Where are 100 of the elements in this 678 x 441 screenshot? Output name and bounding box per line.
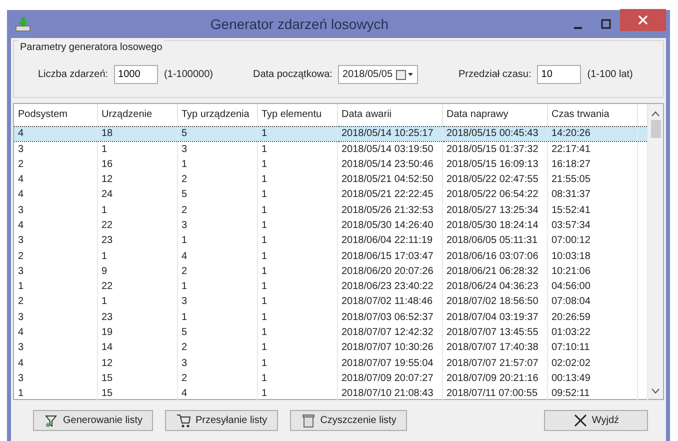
table-cell: 1 <box>177 233 257 248</box>
table-cell: 4 <box>177 386 257 402</box>
table-cell: 4 <box>14 218 97 234</box>
table-cell: 2018/06/20 20:07:26 <box>337 264 442 279</box>
table-cell: 07:08:04 <box>547 294 637 310</box>
table-cell: 23 <box>97 233 177 248</box>
table-cell: 3 <box>14 310 97 325</box>
table-cell: 2018/05/21 04:52:50 <box>337 172 442 188</box>
table-cell: 3 <box>177 355 257 371</box>
range-hint: (1-100000) <box>164 68 213 82</box>
table-cell: 14 <box>97 340 177 356</box>
calendar-dropdown-icon[interactable] <box>396 70 414 80</box>
scrollbar[interactable] <box>648 104 663 399</box>
table-cell: 01:03:22 <box>547 324 637 340</box>
table-cell: 2018/07/09 20:21:16 <box>442 370 547 386</box>
table-cell: 21:55:05 <box>547 172 637 188</box>
table-cell: 1 <box>14 278 97 294</box>
table-cell: 2018/05/14 03:19:50 <box>337 141 442 157</box>
table-cell: 3 <box>14 370 97 386</box>
table-cell: 07:00:12 <box>547 233 637 248</box>
close-icon <box>638 15 648 25</box>
range-hint: (1-100 lat) <box>587 68 633 82</box>
table-cell: 2018/07/07 12:42:32 <box>337 324 442 340</box>
table-cell: 2 <box>14 248 97 264</box>
table-cell: 2018/05/15 01:37:32 <box>442 141 547 157</box>
table-cell: 14:20:26 <box>547 126 637 142</box>
table-cell: 23 <box>97 310 177 325</box>
scrollbar-thumb[interactable] <box>650 120 660 138</box>
table-cell: 1 <box>257 172 337 188</box>
text-field[interactable]: 10 <box>537 65 582 84</box>
field-label: Data początkowa: <box>252 68 332 82</box>
table-cell: 2018/06/04 22:11:19 <box>337 233 442 248</box>
date-picker[interactable]: 2018/05/05 <box>338 65 418 84</box>
table-cell: 08:31:37 <box>547 187 637 202</box>
table-cell: 2018/05/15 00:45:43 <box>442 126 547 142</box>
toolbar-button[interactable]: Przesyłanie listy <box>165 410 278 431</box>
table-cell: 00:13:49 <box>547 370 637 386</box>
table-cell: 1 <box>257 324 337 340</box>
table-cell: 1 <box>257 264 337 279</box>
text-field[interactable]: 1000 <box>114 65 158 84</box>
table-cell: 2018/05/30 18:24:14 <box>442 218 547 234</box>
table-cell: 22 <box>97 278 177 294</box>
table-cell: 1 <box>257 218 337 234</box>
table-cell: 04:56:00 <box>547 278 637 294</box>
table-cell: 16 <box>97 156 177 172</box>
table-cell: 4 <box>14 324 97 340</box>
table-cell: 5 <box>177 187 257 202</box>
table-cell: 2018/06/05 05:11:31 <box>442 233 547 248</box>
table-cell: 2018/05/30 14:26:40 <box>337 218 442 234</box>
close-button[interactable] <box>620 9 666 31</box>
table-cell: 2 <box>177 202 257 218</box>
toolbar-button[interactable]: Czyszczenie listy <box>290 410 408 431</box>
table-cell: 3 <box>14 141 97 157</box>
table-cell: 2018/06/24 04:36:23 <box>442 278 547 294</box>
table-cell: 03:57:34 <box>547 218 637 234</box>
table-cell: 1 <box>14 386 97 402</box>
table-cell: 2018/05/22 06:54:22 <box>442 187 547 202</box>
table-cell: 2018/07/02 18:56:50 <box>442 294 547 310</box>
group-title: Parametry generatora losowego <box>18 40 164 55</box>
toolbar-button[interactable]: Wyjdź <box>544 410 648 431</box>
scroll-up-icon[interactable] <box>651 110 660 118</box>
table-cell: 10:03:18 <box>547 248 637 264</box>
table-cell: 1 <box>257 340 337 356</box>
table-cell: 1 <box>177 310 257 325</box>
table-cell: 1 <box>257 187 337 202</box>
table-cell: 18 <box>97 126 177 142</box>
scroll-down-icon[interactable] <box>651 387 660 395</box>
table-cell: 2018/05/22 02:47:55 <box>442 172 547 188</box>
table-cell: 2018/07/07 10:30:26 <box>337 340 442 356</box>
table-cell: 2018/06/16 03:07:06 <box>442 248 547 264</box>
toolbar-button[interactable]: Generowanie listy <box>33 410 154 431</box>
table-cell: 1 <box>257 156 337 172</box>
table-cell: 1 <box>257 126 337 142</box>
table-cell: 2018/05/14 23:50:46 <box>337 156 442 172</box>
table-cell: 2018/07/04 03:19:37 <box>442 310 547 325</box>
table-cell: 2018/07/03 06:52:37 <box>337 310 442 325</box>
table-cell: 1 <box>257 233 337 248</box>
table-cell: 1 <box>257 202 337 218</box>
table-cell: 2 <box>177 340 257 356</box>
table-cell: 1 <box>257 310 337 325</box>
table-cell: 3 <box>14 264 97 279</box>
table-cell: 5 <box>177 324 257 340</box>
window-title: Generator zdarzeń losowych <box>209 14 390 34</box>
table-cell: 2 <box>14 156 97 172</box>
table-cell: 1 <box>257 248 337 264</box>
table-cell: 12 <box>97 172 177 188</box>
minimize-icon <box>574 27 582 29</box>
table-cell: 9 <box>97 264 177 279</box>
table-cell: 4 <box>14 172 97 188</box>
field-label: Liczba zdarzeń: <box>38 68 108 82</box>
table-cell: 3 <box>177 294 257 310</box>
table-cell: 22 <box>97 218 177 234</box>
table-cell: 1 <box>177 156 257 172</box>
table-cell: 1 <box>257 386 337 402</box>
table-cell: 15 <box>97 370 177 386</box>
table-cell: 15:52:41 <box>547 202 637 218</box>
table-cell: 1 <box>97 141 177 157</box>
table-cell: 1 <box>177 278 257 294</box>
table-cell: 3 <box>177 141 257 157</box>
table-cell: 3 <box>14 233 97 248</box>
